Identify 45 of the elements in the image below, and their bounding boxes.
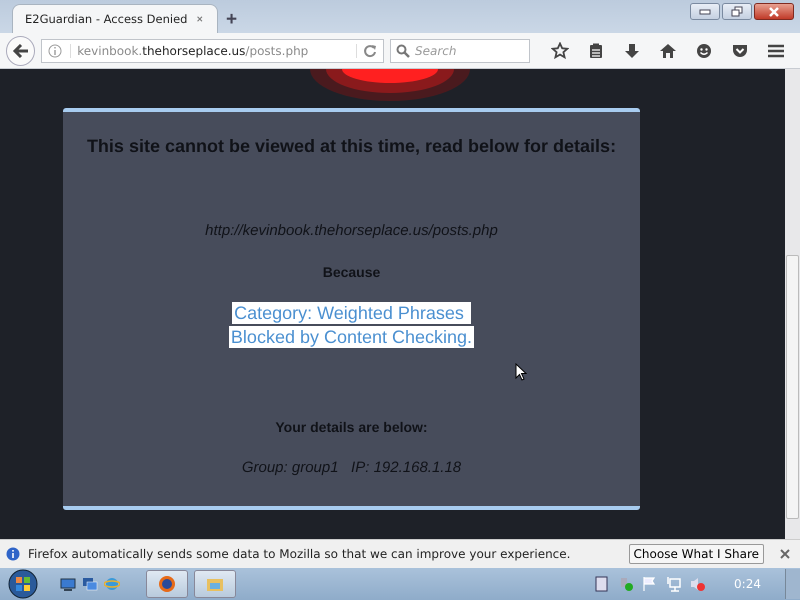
url-text: kevinbook.thehorseplace.us/posts.php bbox=[70, 44, 348, 58]
document-icon[interactable] bbox=[594, 576, 610, 592]
info-icon[interactable] bbox=[48, 44, 62, 58]
desktop-icon[interactable] bbox=[60, 576, 76, 592]
close-icon bbox=[768, 6, 780, 16]
speaker-muted-icon[interactable] bbox=[690, 576, 706, 592]
tab-title: E2Guardian - Access Denied bbox=[25, 12, 188, 26]
minimize-icon bbox=[699, 8, 711, 14]
details-text: Group: group1 IP: 192.168.1.18 bbox=[242, 459, 462, 476]
back-button[interactable] bbox=[6, 36, 36, 66]
search-field[interactable]: Search bbox=[390, 38, 530, 62]
minimize-button[interactable] bbox=[690, 3, 720, 20]
restore-button[interactable] bbox=[722, 3, 752, 20]
scrollbar[interactable] bbox=[785, 69, 800, 539]
restore-icon bbox=[731, 6, 743, 17]
windows-icon[interactable] bbox=[82, 576, 98, 592]
start-button[interactable] bbox=[8, 569, 38, 599]
address-bar[interactable]: kevinbook.thehorseplace.us/posts.php bbox=[41, 38, 384, 62]
choose-share-button[interactable]: Choose What I Share bbox=[628, 544, 764, 564]
notification-message: Firefox automatically sends some data to Mozilla so that we can improve your experience. bbox=[28, 547, 572, 561]
taskbar-button[interactable] bbox=[146, 570, 188, 598]
details-heading: Your details are below: bbox=[275, 419, 428, 435]
close-button[interactable] bbox=[754, 3, 794, 20]
close-icon[interactable] bbox=[780, 549, 790, 559]
scroll-thumb[interactable] bbox=[786, 255, 799, 519]
bookmark-star-icon bbox=[551, 42, 569, 60]
taskbar-button[interactable] bbox=[194, 570, 236, 598]
reason-text: Category: Weighted Phrases bbox=[232, 302, 471, 324]
page-heading: This site cannot be viewed at this time, read below for details: bbox=[86, 136, 616, 157]
reload-icon[interactable] bbox=[356, 44, 377, 58]
reason-text: Blocked by Content Checking. bbox=[228, 326, 474, 348]
browser-icon bbox=[158, 575, 176, 593]
search-icon bbox=[396, 44, 410, 58]
blocked-url: http://kevinbook.thehorseplace.us/posts.php bbox=[205, 222, 498, 239]
new-tab-button[interactable]: + bbox=[218, 7, 246, 33]
back-arrow-icon bbox=[12, 44, 29, 58]
because-label: Because bbox=[322, 264, 380, 280]
close-icon[interactable] bbox=[197, 14, 203, 24]
download-icon bbox=[623, 42, 641, 60]
smiley-icon bbox=[695, 42, 713, 60]
mouse-cursor-icon bbox=[515, 363, 527, 381]
reading-list-icon bbox=[587, 42, 605, 60]
browser-tab[interactable]: E2Guardian - Access Denied bbox=[12, 4, 218, 33]
info-icon bbox=[6, 547, 20, 561]
home-icon bbox=[659, 42, 677, 60]
